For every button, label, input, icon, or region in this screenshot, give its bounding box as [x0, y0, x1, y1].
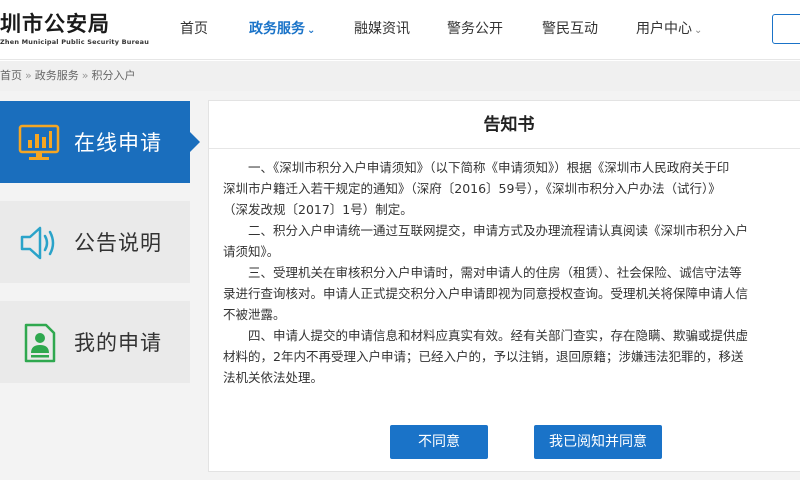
notice-line: 录进行查询核对。申请人正式提交积分入户申请即视为同意授权查询。受理机关将保障申请… — [223, 286, 749, 301]
breadcrumb-government-services[interactable]: 政务服务 — [35, 69, 79, 82]
notice-line: 材料的，2年内不再受理入户申请；已经入户的，予以注销，退回原籍；涉嫌违法犯罪的，… — [223, 349, 744, 364]
nav-item-label: 首页 — [180, 21, 208, 37]
logo-english-name: Zhen Municipal Public Security Bureau — [0, 38, 150, 46]
notice-line: 不被泄露。 — [223, 307, 286, 322]
nav-item-label: 用户中心 — [636, 21, 692, 37]
profile-document-icon — [18, 323, 60, 363]
notice-line: 一、《深圳市积分入户申请须知》（以下简称《申请须知》）根据《深圳市人民政府关于印 — [223, 160, 730, 175]
notice-panel: 告知书 一、《深圳市积分入户申请须知》（以下简称《申请须知》）根据《深圳市人民政… — [208, 100, 800, 472]
speaker-icon — [18, 223, 60, 263]
logo-chinese-name: 圳市公安局 — [0, 12, 110, 36]
sidebar-item-my-applications[interactable]: 我的申请 — [0, 301, 190, 383]
breadcrumb-separator: » — [25, 69, 32, 82]
notice-line: 四、申请人提交的申请信息和材料应真实有效。经有关部门查实，存在隐瞒、欺骗或提供虚 — [223, 328, 749, 343]
notice-line: 三、受理机关在审核积分入户申请时，需对申请人的住房（租赁）、社会保险、诚信守法等 — [223, 265, 742, 280]
nav-item-label: 警务公开 — [447, 21, 503, 37]
site-logo[interactable]: 圳市公安局 Zhen Municipal Public Security Bur… — [0, 8, 150, 52]
nav-item-police-affairs[interactable]: 警务公开 — [447, 19, 503, 39]
nav-item-label: 融媒资讯 — [354, 21, 410, 37]
sidebar-item-online-application[interactable]: 在线申请 — [0, 101, 200, 183]
sidebar-item-label: 我的申请 — [74, 331, 162, 355]
notice-line: 二、积分入户申请统一通过互联网提交，申请方式及办理流程请认真阅读《深圳市积分入户 — [223, 223, 749, 238]
nav-item-home[interactable]: 首页 — [180, 19, 208, 39]
nav-item-label: 政务服务 — [249, 21, 305, 37]
nav-item-police-interaction[interactable]: 警民互动 — [542, 19, 598, 39]
notice-line: （深发改规〔2017〕1号）制定。 — [223, 202, 413, 217]
monitor-chart-icon — [18, 123, 60, 163]
breadcrumb-home[interactable]: 首页 — [0, 69, 22, 82]
sidebar-item-label: 公告说明 — [74, 231, 162, 255]
site-header: 圳市公安局 Zhen Municipal Public Security Bur… — [0, 0, 800, 60]
notice-line: 请须知》。 — [223, 244, 280, 259]
main-nav: 首页 政务服务 ⌄ 融媒资讯 警务公开 警民互动 用户中心 ⌄ — [165, 0, 725, 60]
notice-line: 法机关依法处理。 — [223, 370, 324, 385]
breadcrumb-points-settlement: 积分入户 — [91, 69, 136, 82]
sidebar-item-announcements[interactable]: 公告说明 — [0, 201, 190, 283]
breadcrumb-bar: 首页» 政务服务» 积分入户 — [0, 61, 800, 91]
chevron-down-icon: ⌄ — [307, 25, 316, 36]
main-content: 在线申请 公告说明 我的申请 告知书 一、《深圳市积分入户申请须知》（以下简称《… — [0, 91, 800, 480]
notice-title: 告知书 — [209, 101, 800, 149]
nav-item-media-news[interactable]: 融媒资讯 — [354, 19, 410, 39]
nav-item-government-services[interactable]: 政务服务 ⌄ — [249, 19, 315, 39]
header-action-button[interactable] — [772, 14, 800, 44]
notice-line: 深圳市户籍迁入若干规定的通知》（深府〔2016〕59号），《深圳市积分入户办法（… — [223, 181, 721, 196]
sidebar-item-label: 在线申请 — [74, 131, 162, 155]
nav-item-user-center[interactable]: 用户中心 ⌄ — [636, 19, 702, 39]
agree-button[interactable]: 我已阅知并同意 — [534, 425, 662, 459]
disagree-button[interactable]: 不同意 — [390, 425, 488, 459]
breadcrumb: 首页» 政务服务» 积分入户 — [0, 61, 135, 91]
chevron-down-icon: ⌄ — [694, 25, 703, 36]
nav-item-label: 警民互动 — [542, 21, 598, 37]
breadcrumb-separator: » — [81, 69, 89, 82]
